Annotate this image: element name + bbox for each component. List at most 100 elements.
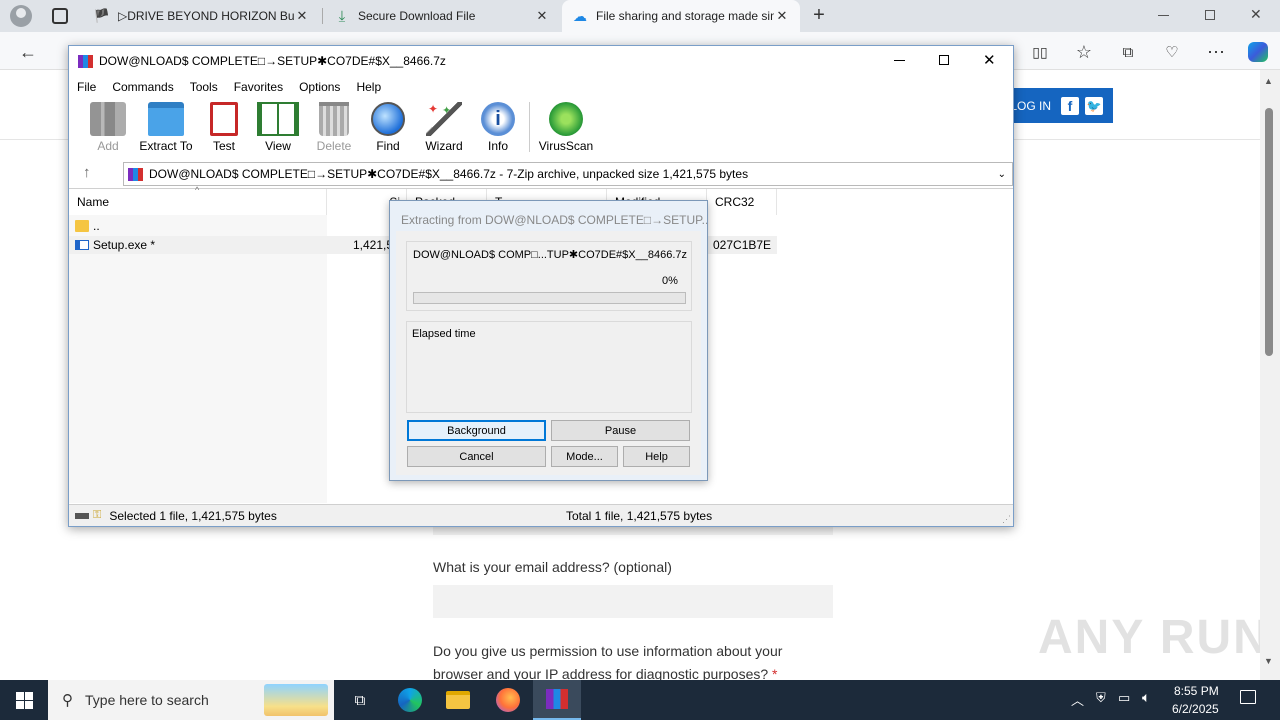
browser-essentials-icon[interactable]: ♡ <box>1158 38 1186 66</box>
help-button[interactable]: Help <box>623 446 690 467</box>
test-button[interactable]: Test <box>193 102 255 156</box>
wizard-label: Wizard <box>425 139 463 153</box>
menu-favorites[interactable]: Favorites <box>226 80 291 94</box>
key-icon: ⚿ <box>93 509 102 521</box>
favorite-star-icon[interactable]: ☆ <box>1070 38 1098 66</box>
tab-label: ▷DRIVE BEYOND HORIZON Build <box>118 9 294 23</box>
column-header-crc32[interactable]: CRC32 <box>707 189 777 215</box>
more-menu-icon[interactable]: ⋯ <box>1202 38 1230 66</box>
edge-icon[interactable] <box>386 680 434 720</box>
tab-secure-download[interactable]: ⤓ Secure Download File ✕ <box>324 0 560 32</box>
add-button[interactable]: Add <box>77 102 139 156</box>
elapsed-group: Elapsed time <box>406 321 692 413</box>
restore-icon[interactable] <box>1205 10 1215 20</box>
facebook-icon[interactable]: f <box>1061 96 1079 115</box>
taskbar-search-box[interactable]: ⚲ Type here to search <box>48 680 334 720</box>
info-label: Info <box>487 139 508 153</box>
collections-icon[interactable]: ⧉ <box>1114 38 1142 66</box>
close-window-icon[interactable]: ✕ <box>1250 6 1262 23</box>
info-icon: i <box>481 102 515 136</box>
download-icon: ⤓ <box>338 7 346 25</box>
file-size: 1,421,5 <box>353 238 394 252</box>
sort-caret-icon: ^ <box>195 185 200 195</box>
winrar-close-icon[interactable]: ✕ <box>983 51 996 69</box>
winrar-minimize-icon[interactable] <box>894 60 905 61</box>
view-label: View <box>265 139 291 153</box>
menu-commands[interactable]: Commands <box>104 80 181 94</box>
start-windows-icon[interactable] <box>0 680 48 720</box>
winrar-app-icon <box>78 54 93 68</box>
resize-grip-icon[interactable]: ⋰ <box>1002 514 1011 525</box>
security-tray-icon[interactable]: ⛨ <box>1096 690 1106 706</box>
name-column-bg <box>69 215 327 503</box>
up-folder-arrow-icon[interactable]: ↑ <box>83 164 91 181</box>
anyrun-watermark: ANY RUN <box>1038 611 1270 664</box>
winrar-statusbar: ⚿ Selected 1 file, 1,421,575 bytes Total… <box>69 504 1013 526</box>
notification-icon[interactable] <box>1240 690 1256 704</box>
login-label[interactable]: LOG IN <box>1010 99 1051 113</box>
delete-label: Delete <box>316 139 352 153</box>
mode-button[interactable]: Mode... <box>551 446 618 467</box>
minimize-icon[interactable] <box>1158 15 1169 16</box>
new-tab-button[interactable]: + <box>808 4 830 26</box>
firefox-icon[interactable] <box>484 680 532 720</box>
search-highlight-icon <box>264 684 328 716</box>
close-icon[interactable]: ✕ <box>534 8 550 24</box>
scroll-up-arrow-icon[interactable]: ▲ <box>1264 76 1273 86</box>
menu-file[interactable]: File <box>69 80 104 94</box>
scroll-down-arrow-icon[interactable]: ▼ <box>1264 656 1273 666</box>
find-label: Find <box>376 139 400 153</box>
search-icon: ⚲ <box>62 692 73 709</box>
archive-progress-group: DOW@NLOAD$ COMP□...TUP✱CO7DE#$X__8466.7z… <box>406 241 692 311</box>
test-label: Test <box>212 139 235 153</box>
profile-avatar[interactable] <box>10 5 32 27</box>
scrollbar-thumb[interactable] <box>1265 108 1273 356</box>
chevron-down-icon[interactable]: ⌄ <box>998 169 1006 180</box>
show-hidden-icons-icon[interactable]: ︿ <box>1071 690 1084 709</box>
split-screen-icon[interactable]: ▯▯ <box>1026 38 1054 66</box>
extract-to-button[interactable]: Extract To <box>135 102 197 156</box>
wizard-button[interactable]: ✦ ✦ Wizard <box>413 102 475 156</box>
path-bar[interactable]: DOW@NLOAD$ COMPLETE□→SETUP✱CO7DE#$X__846… <box>123 162 1013 186</box>
background-button[interactable]: Background <box>407 420 546 441</box>
find-button[interactable]: Find <box>357 102 419 156</box>
tab-file-sharing[interactable]: ☁ File sharing and storage made sim ✕ <box>562 0 800 32</box>
menu-options[interactable]: Options <box>291 80 348 94</box>
extract-to-label: Extract To <box>139 139 193 153</box>
twitter-icon[interactable]: 🐦 <box>1085 96 1103 115</box>
pause-button[interactable]: Pause <box>551 420 690 441</box>
tab-actions-icon[interactable] <box>52 8 68 24</box>
browser-tab-bar: 🏴 ▷DRIVE BEYOND HORIZON Build ✕ ⤓ Secure… <box>0 0 1280 32</box>
view-button[interactable]: View <box>247 102 309 156</box>
close-icon[interactable]: ✕ <box>774 8 790 24</box>
search-placeholder: Type here to search <box>85 692 209 708</box>
file-row-setup-name[interactable]: Setup.exe * <box>75 236 325 254</box>
cloud-favicon-icon: ☁ <box>573 7 587 24</box>
volume-icon[interactable]: 🔈︎ <box>1142 689 1150 706</box>
winrar-titlebar[interactable]: DOW@NLOAD$ COMPLETE□→SETUP✱CO7DE#$X__846… <box>69 46 1013 76</box>
archive-icon <box>128 167 143 181</box>
virusscan-button[interactable]: VirusScan <box>535 102 597 156</box>
toolbar-separator <box>529 102 530 152</box>
copilot-icon[interactable] <box>1244 38 1272 66</box>
winrar-maximize-icon[interactable] <box>939 55 949 65</box>
cancel-button[interactable]: Cancel <box>407 446 546 467</box>
winrar-menubar: File Commands Tools Favorites Options He… <box>69 76 1013 98</box>
test-clipboard-icon <box>210 102 238 136</box>
close-icon[interactable]: ✕ <box>294 8 310 24</box>
back-arrow-icon[interactable]: ← <box>14 38 42 66</box>
menu-tools[interactable]: Tools <box>182 80 226 94</box>
task-view-icon[interactable]: ⧉ <box>336 680 384 720</box>
clock-time[interactable]: 8:55 PM <box>1174 684 1219 698</box>
network-icon[interactable]: ▭ <box>1118 690 1130 706</box>
winrar-taskbar-icon[interactable] <box>533 680 581 720</box>
tab-drive-beyond[interactable]: 🏴 ▷DRIVE BEYOND HORIZON Build ✕ <box>84 0 320 32</box>
info-button[interactable]: i Info <box>467 102 529 156</box>
menu-help[interactable]: Help <box>348 80 389 94</box>
email-field[interactable] <box>433 585 833 618</box>
file-explorer-icon[interactable] <box>434 680 482 720</box>
winrar-toolbar: Add Extract To Test View Delete Find ✦ ✦ <box>69 98 1013 158</box>
clock-date[interactable]: 6/2/2025 <box>1172 702 1219 716</box>
login-social-bar[interactable]: LOG IN f 🐦 <box>1005 88 1113 123</box>
delete-button[interactable]: Delete <box>303 102 365 156</box>
